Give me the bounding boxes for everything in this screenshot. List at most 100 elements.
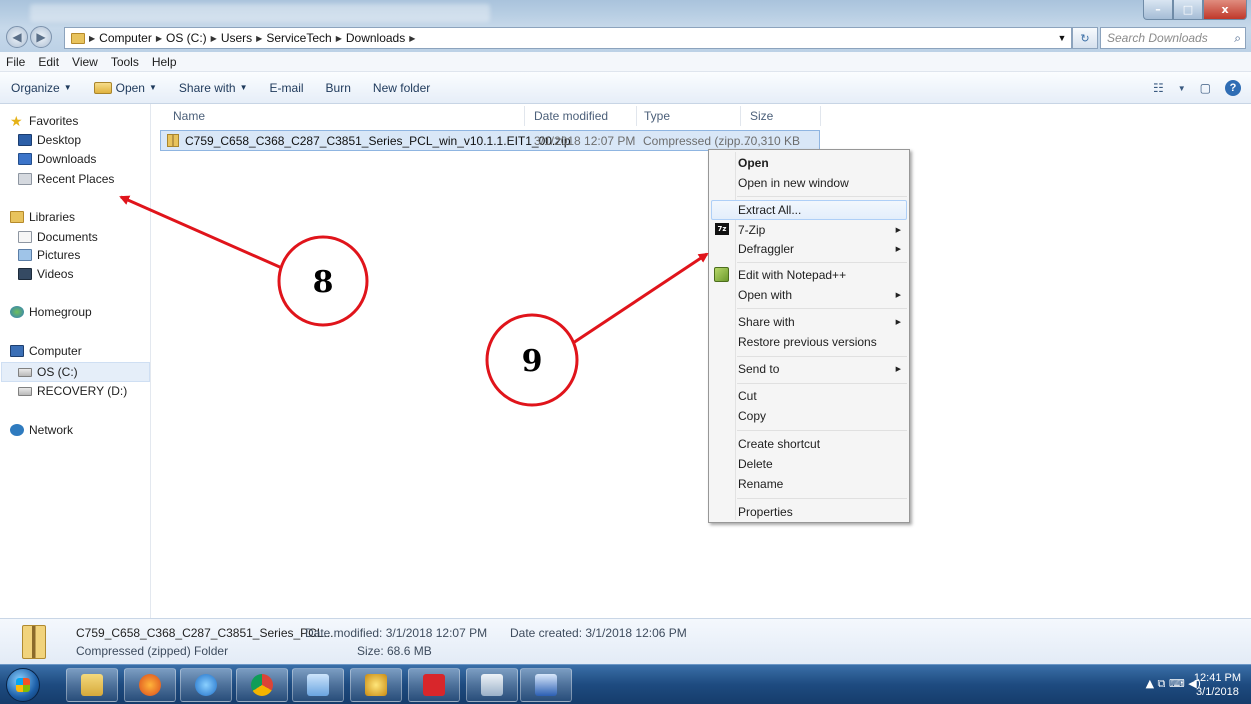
sidebar-item-label: Recent Places bbox=[37, 172, 115, 186]
column-divider[interactable] bbox=[740, 106, 741, 126]
sidebar-item-desktop[interactable]: Desktop bbox=[18, 131, 81, 149]
column-header-size[interactable]: Size bbox=[750, 109, 773, 123]
search-input[interactable]: Search Downloads ⌕ bbox=[1100, 27, 1246, 49]
sidebar-item-libraries[interactable]: Libraries bbox=[10, 208, 75, 226]
breadcrumb-separator[interactable]: ▶ bbox=[156, 34, 162, 43]
clock[interactable]: 12:41 PM 3/1/2018 bbox=[1194, 671, 1241, 699]
change-view-icon[interactable]: ☷ bbox=[1153, 81, 1164, 95]
breadcrumb-servicetech[interactable]: ServiceTech bbox=[266, 31, 331, 45]
forward-button[interactable]: ▶ bbox=[30, 26, 52, 48]
breadcrumb-separator[interactable]: ▶ bbox=[256, 34, 262, 43]
sidebar-item-downloads[interactable]: Downloads bbox=[18, 150, 96, 168]
taskbar-internet-explorer[interactable] bbox=[180, 668, 232, 702]
breadcrumb-os-c[interactable]: OS (C:) bbox=[166, 31, 207, 45]
sidebar-item-recent-places[interactable]: Recent Places bbox=[18, 170, 114, 188]
menu-separator bbox=[737, 356, 907, 357]
column-divider[interactable] bbox=[636, 106, 637, 126]
menu-item-restore-previous-versions[interactable]: Restore previous versions bbox=[738, 335, 877, 349]
address-dropdown-button[interactable]: ▼ bbox=[1053, 28, 1071, 48]
menu-item-extract-all[interactable]: Extract All... bbox=[738, 203, 801, 217]
address-bar[interactable]: ▶ Computer ▶ OS (C:) ▶ Users ▶ ServiceTe… bbox=[64, 27, 1072, 49]
file-list: Name Date modified Type Size C759_C658_C… bbox=[152, 104, 1251, 618]
sidebar-item-documents[interactable]: Documents bbox=[18, 228, 98, 246]
menu-item-edit-notepad-plus-plus[interactable]: Edit with Notepad++ bbox=[738, 268, 846, 282]
menu-item-open-with[interactable]: Open with bbox=[738, 288, 792, 302]
minimize-button[interactable]: – bbox=[1143, 0, 1173, 20]
sidebar-item-recovery-d[interactable]: RECOVERY (D:) bbox=[18, 382, 127, 400]
start-button[interactable] bbox=[6, 668, 40, 702]
breadcrumb-separator[interactable]: ▶ bbox=[211, 34, 217, 43]
menu-edit[interactable]: Edit bbox=[38, 55, 59, 69]
sidebar-item-label: OS (C:) bbox=[37, 365, 78, 379]
navigation-pane: ★ Favorites Desktop Downloads Recent Pla… bbox=[0, 104, 151, 618]
email-button[interactable]: E-mail bbox=[270, 81, 304, 95]
organize-button[interactable]: Organize ▼ bbox=[11, 81, 72, 95]
menu-item-open-new-window[interactable]: Open in new window bbox=[738, 176, 849, 190]
menu-item-defraggler[interactable]: Defraggler bbox=[738, 242, 794, 256]
menu-item-rename[interactable]: Rename bbox=[738, 477, 783, 491]
taskbar-control-panel[interactable] bbox=[292, 668, 344, 702]
maximize-button[interactable]: □ bbox=[1173, 0, 1203, 20]
taskbar-acrobat[interactable] bbox=[408, 668, 460, 702]
sidebar-item-label: Network bbox=[29, 423, 74, 437]
menu-item-cut[interactable]: Cut bbox=[738, 389, 757, 403]
share-with-button[interactable]: Share with ▼ bbox=[179, 81, 248, 95]
open-button[interactable]: Open ▼ bbox=[93, 81, 157, 95]
preview-pane-icon[interactable]: ▢ bbox=[1200, 81, 1211, 95]
column-divider[interactable] bbox=[524, 106, 525, 126]
breadcrumb-separator[interactable]: ▶ bbox=[336, 34, 342, 43]
documents-icon bbox=[18, 231, 32, 243]
menu-item-share-with[interactable]: Share with bbox=[738, 315, 795, 329]
file-type: Compressed (zipp... bbox=[643, 134, 751, 148]
file-name[interactable]: C759_C658_C368_C287_C3851_Series_PCL_win… bbox=[185, 134, 571, 148]
menu-item-7zip[interactable]: 7-Zip bbox=[738, 223, 765, 237]
taskbar-chrome[interactable] bbox=[236, 668, 288, 702]
menu-file[interactable]: File bbox=[6, 55, 25, 69]
help-icon[interactable]: ? bbox=[1225, 80, 1241, 96]
sidebar-item-network[interactable]: Network bbox=[10, 421, 73, 439]
taskbar-settings[interactable] bbox=[350, 668, 402, 702]
new-folder-button[interactable]: New folder bbox=[373, 81, 430, 95]
menu-item-delete[interactable]: Delete bbox=[738, 457, 773, 471]
column-header-date-modified[interactable]: Date modified bbox=[534, 109, 608, 123]
menu-item-create-shortcut[interactable]: Create shortcut bbox=[738, 437, 820, 451]
sidebar-item-computer[interactable]: Computer bbox=[10, 342, 82, 360]
sidebar-item-pictures[interactable]: Pictures bbox=[18, 246, 80, 264]
column-header-type[interactable]: Type bbox=[644, 109, 670, 123]
column-divider[interactable] bbox=[820, 106, 821, 126]
search-icon[interactable]: ⌕ bbox=[1234, 31, 1241, 46]
menu-item-open[interactable]: Open bbox=[738, 156, 769, 170]
close-button[interactable]: x bbox=[1203, 0, 1247, 20]
menu-separator bbox=[737, 196, 907, 197]
sidebar-item-favorites[interactable]: ★ Favorites bbox=[10, 112, 78, 130]
refresh-button[interactable]: ↻ bbox=[1072, 27, 1098, 49]
sidebar-item-videos[interactable]: Videos bbox=[18, 265, 73, 283]
sidebar-item-os-c[interactable]: OS (C:) bbox=[18, 363, 78, 381]
window-controls: – □ x bbox=[1143, 0, 1247, 20]
breadcrumb-computer[interactable]: Computer bbox=[99, 31, 152, 45]
menu-item-properties[interactable]: Properties bbox=[738, 505, 793, 519]
menu-help[interactable]: Help bbox=[152, 55, 177, 69]
burn-button[interactable]: Burn bbox=[326, 81, 351, 95]
breadcrumb-separator[interactable]: ▶ bbox=[89, 34, 95, 43]
details-date-created: Date created: 3/1/2018 12:06 PM bbox=[510, 626, 687, 640]
menu-tools[interactable]: Tools bbox=[111, 55, 139, 69]
menu-view[interactable]: View bbox=[72, 55, 98, 69]
file-size: 70,310 KB bbox=[744, 134, 801, 148]
table-row[interactable]: C759_C658_C368_C287_C3851_Series_PCL_win… bbox=[160, 130, 820, 151]
system-tray[interactable]: ▲ ⧉ ⌨ ◀) bbox=[1146, 677, 1201, 691]
menu-item-send-to[interactable]: Send to bbox=[738, 362, 779, 376]
breadcrumb-downloads[interactable]: Downloads bbox=[346, 31, 405, 45]
taskbar-firefox[interactable] bbox=[124, 668, 176, 702]
breadcrumb-separator[interactable]: ▶ bbox=[409, 34, 415, 43]
menu-item-copy[interactable]: Copy bbox=[738, 409, 766, 423]
chevron-down-icon[interactable]: ▼ bbox=[1178, 84, 1186, 93]
taskbar-office[interactable] bbox=[466, 668, 518, 702]
column-header-name[interactable]: Name bbox=[173, 109, 205, 123]
sidebar-item-homegroup[interactable]: Homegroup bbox=[10, 303, 92, 321]
taskbar-word[interactable] bbox=[520, 668, 572, 702]
back-button[interactable]: ◀ bbox=[6, 26, 28, 48]
taskbar-file-explorer[interactable] bbox=[66, 668, 118, 702]
breadcrumb-users[interactable]: Users bbox=[221, 31, 252, 45]
command-bar: Organize ▼ Open ▼ Share with ▼ E-mail Bu… bbox=[0, 72, 1251, 104]
